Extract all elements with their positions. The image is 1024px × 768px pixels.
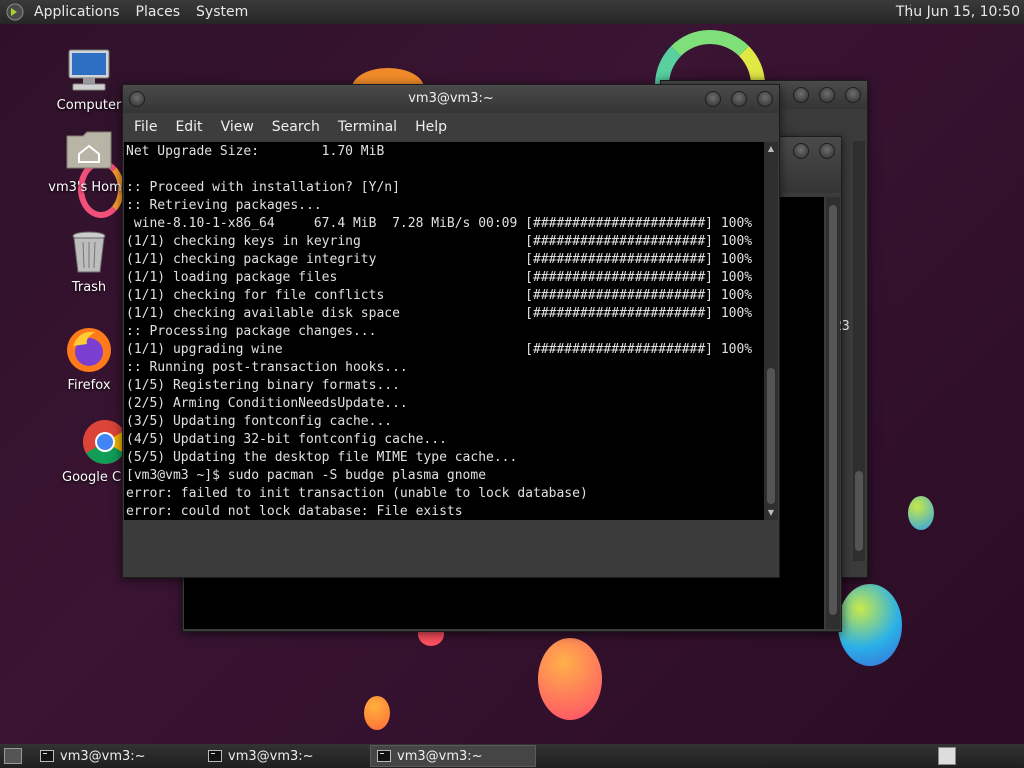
terminal-line: (1/1) checking keys in keyring [########…: [126, 234, 753, 249]
terminal-line: (5/5) Updating the desktop file MIME typ…: [126, 450, 518, 465]
terminal-line: wine-8.10-1-x86_64 67.4 MiB 7.28 MiB/s 0…: [126, 216, 753, 231]
terminal-line: (1/5) Registering binary formats...: [126, 378, 400, 393]
scrollbar-thumb[interactable]: [829, 205, 837, 615]
menu-applications[interactable]: Applications: [26, 0, 128, 24]
terminal-window[interactable]: vm3@vm3:~ File Edit View Search Terminal…: [122, 84, 780, 578]
wallpaper-blob-blue-large: [838, 584, 902, 666]
desktop-icon-label: Firefox: [67, 378, 111, 393]
desktop-icon-computer[interactable]: Computer: [46, 46, 132, 113]
desktop-icon-label: Trash: [71, 280, 107, 295]
terminal-line: (1/1) checking for file conflicts [#####…: [126, 288, 753, 303]
wallpaper-blob-orange-small: [364, 696, 390, 730]
firefox-icon: [65, 326, 113, 374]
distro-logo-icon[interactable]: [6, 3, 24, 21]
terminal-icon: [40, 750, 54, 762]
scrollbar-thumb[interactable]: [855, 471, 863, 551]
desktop-icon-firefox[interactable]: Firefox: [46, 326, 132, 393]
window-title: vm3@vm3:~: [408, 91, 494, 106]
home-folder-icon: [65, 128, 113, 176]
window-close-button[interactable]: [819, 143, 835, 159]
scrollbar-thumb[interactable]: [767, 368, 775, 504]
menu-places[interactable]: Places: [128, 0, 189, 24]
menu-file[interactable]: File: [125, 119, 166, 135]
menu-search[interactable]: Search: [263, 119, 329, 135]
window-maximize-button[interactable]: [731, 91, 747, 107]
terminal-line: (1/1) checking available disk space [###…: [126, 306, 753, 321]
taskbar-item[interactable]: vm3@vm3:~: [34, 745, 200, 767]
terminal-line: (2/5) Arming ConditionNeedsUpdate...: [126, 396, 408, 411]
window-minimize-button[interactable]: [705, 91, 721, 107]
taskbar-item-label: vm3@vm3:~: [397, 748, 483, 764]
terminal-line: error: failed to init transaction (unabl…: [126, 486, 588, 501]
window-minimize-button[interactable]: [793, 87, 809, 103]
window-maximize-button[interactable]: [819, 87, 835, 103]
scroll-up-icon[interactable]: ▲: [764, 142, 778, 156]
window-titlebar[interactable]: vm3@vm3:~: [123, 85, 779, 113]
terminal-line: :: Processing package changes...: [126, 324, 377, 339]
menu-view[interactable]: View: [212, 119, 263, 135]
terminal-line: (3/5) Updating fontconfig cache...: [126, 414, 393, 429]
desktop-icon-label: Computer: [56, 98, 122, 113]
wallpaper-blob-orange-large: [538, 638, 602, 720]
terminal-line: (1/1) loading package files [###########…: [126, 270, 753, 285]
menu-help[interactable]: Help: [406, 119, 456, 135]
taskbar-item[interactable]: vm3@vm3:~: [202, 745, 368, 767]
window-close-button[interactable]: [757, 91, 773, 107]
menu-edit[interactable]: Edit: [166, 119, 211, 135]
terminal-menubar: File Edit View Search Terminal Help: [123, 113, 779, 141]
top-panel: Applications Places System Thu Jun 15, 1…: [0, 0, 1024, 24]
window-close-button[interactable]: [845, 87, 861, 103]
terminal-line: (1/1) upgrading wine [##################…: [126, 342, 753, 357]
taskbar-item-active[interactable]: vm3@vm3:~: [370, 745, 536, 767]
menu-terminal[interactable]: Terminal: [329, 119, 406, 135]
terminal-line: :: Proceed with installation? [Y/n]: [126, 180, 400, 195]
window-scrollbar[interactable]: [853, 141, 865, 561]
desktop-icon-label: vm3's Home: [48, 180, 130, 195]
window-menu-button[interactable]: [129, 91, 145, 107]
scroll-down-icon[interactable]: ▼: [764, 506, 778, 520]
show-desktop-icon[interactable]: [4, 748, 22, 764]
terminal-scrollbar[interactable]: ▲ ▼: [764, 142, 778, 520]
menu-system[interactable]: System: [188, 0, 256, 24]
terminal-line: (1/1) checking package integrity [######…: [126, 252, 753, 267]
workspace-switcher-icon[interactable]: [938, 747, 956, 765]
terminal-line: [vm3@vm3 ~]$ sudo pacman -S budge plasma…: [126, 468, 487, 483]
terminal-line: :: Running post-transaction hooks...: [126, 360, 408, 375]
desktop-icon-trash[interactable]: Trash: [46, 228, 132, 295]
terminal-output[interactable]: Net Upgrade Size: 1.70 MiB:: Proceed wit…: [124, 142, 768, 520]
wallpaper-blob-blue-small: [908, 496, 934, 530]
computer-icon: [65, 46, 113, 94]
terminal-line: :: Retrieving packages...: [126, 198, 322, 213]
window-maximize-button[interactable]: [793, 143, 809, 159]
terminal-line: (4/5) Updating 32-bit fontconfig cache..…: [126, 432, 447, 447]
window-scrollbar[interactable]: [826, 197, 840, 629]
taskbar-item-label: vm3@vm3:~: [60, 748, 146, 764]
panel-clock[interactable]: Thu Jun 15, 10:50: [896, 0, 1020, 24]
terminal-line: Net Upgrade Size: 1.70 MiB: [126, 144, 385, 159]
terminal-icon: [377, 750, 391, 762]
bottom-taskbar: vm3@vm3:~ vm3@vm3:~ vm3@vm3:~: [0, 744, 1024, 768]
terminal-line: error: could not lock database: File exi…: [126, 504, 463, 519]
taskbar-item-label: vm3@vm3:~: [228, 748, 314, 764]
terminal-icon: [208, 750, 222, 762]
desktop-icon-home[interactable]: vm3's Home: [46, 128, 132, 195]
trash-icon: [65, 228, 113, 276]
